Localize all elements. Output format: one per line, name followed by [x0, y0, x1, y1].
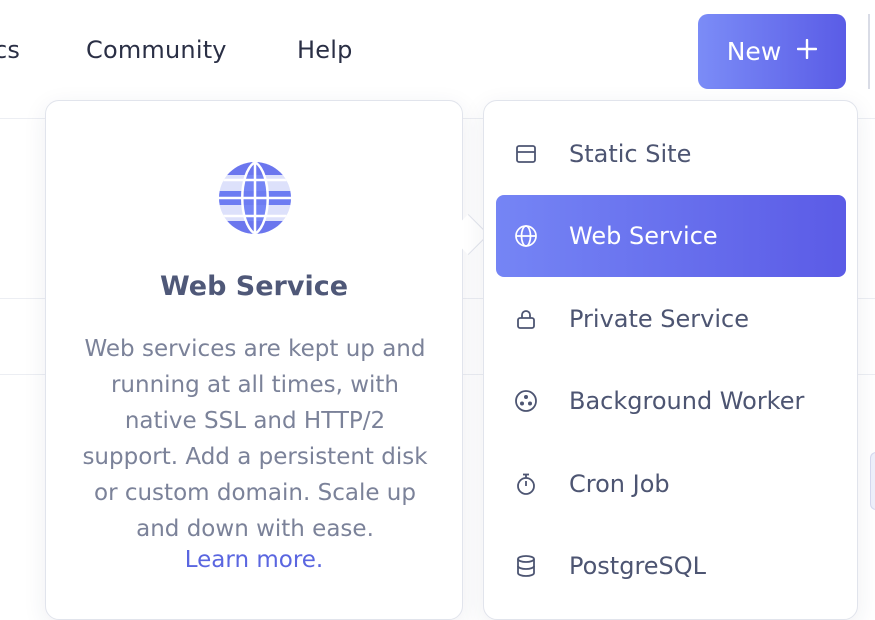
menu-item-label: Cron Job [569, 470, 670, 498]
globe-icon [219, 162, 291, 234]
worker-icon [514, 389, 538, 413]
menu-item-private-service[interactable]: Private Service [496, 278, 846, 360]
menu-item-label: Static Site [569, 140, 692, 168]
nav-item-help[interactable]: Help [297, 36, 353, 64]
menu-item-static-site[interactable]: Static Site [496, 113, 846, 195]
menu-item-label: Private Service [569, 305, 749, 333]
partial-element-edge [868, 14, 875, 89]
lock-icon [514, 307, 538, 331]
new-service-menu: Static Site Web Service Private Service … [483, 100, 858, 620]
menu-item-cron-job[interactable]: Cron Job [496, 443, 846, 525]
menu-item-label: PostgreSQL [569, 552, 707, 580]
new-button-label: New [726, 37, 782, 66]
info-panel-description: Web services are kept up and running at … [82, 336, 428, 542]
stopwatch-icon [514, 472, 538, 496]
nav-item-partial[interactable]: cs [0, 36, 20, 64]
nav-item-community[interactable]: Community [86, 36, 227, 64]
menu-item-postgresql[interactable]: PostgreSQL [496, 525, 846, 607]
browser-window-icon [514, 142, 538, 166]
learn-more-link[interactable]: Learn more. [46, 547, 462, 573]
info-panel-title: Web Service [159, 271, 349, 302]
globe-icon [514, 224, 538, 248]
menu-item-web-service[interactable]: Web Service [496, 195, 846, 277]
new-button[interactable]: New [698, 14, 846, 89]
menu-item-label: Web Service [569, 222, 718, 250]
plus-icon [797, 35, 818, 65]
partial-element-edge [870, 452, 875, 510]
service-info-panel: Web Service Web services are kept up and… [45, 100, 463, 620]
menu-item-label: Background Worker [569, 387, 805, 415]
database-icon [514, 554, 538, 578]
menu-item-background-worker[interactable]: Background Worker [496, 360, 846, 442]
